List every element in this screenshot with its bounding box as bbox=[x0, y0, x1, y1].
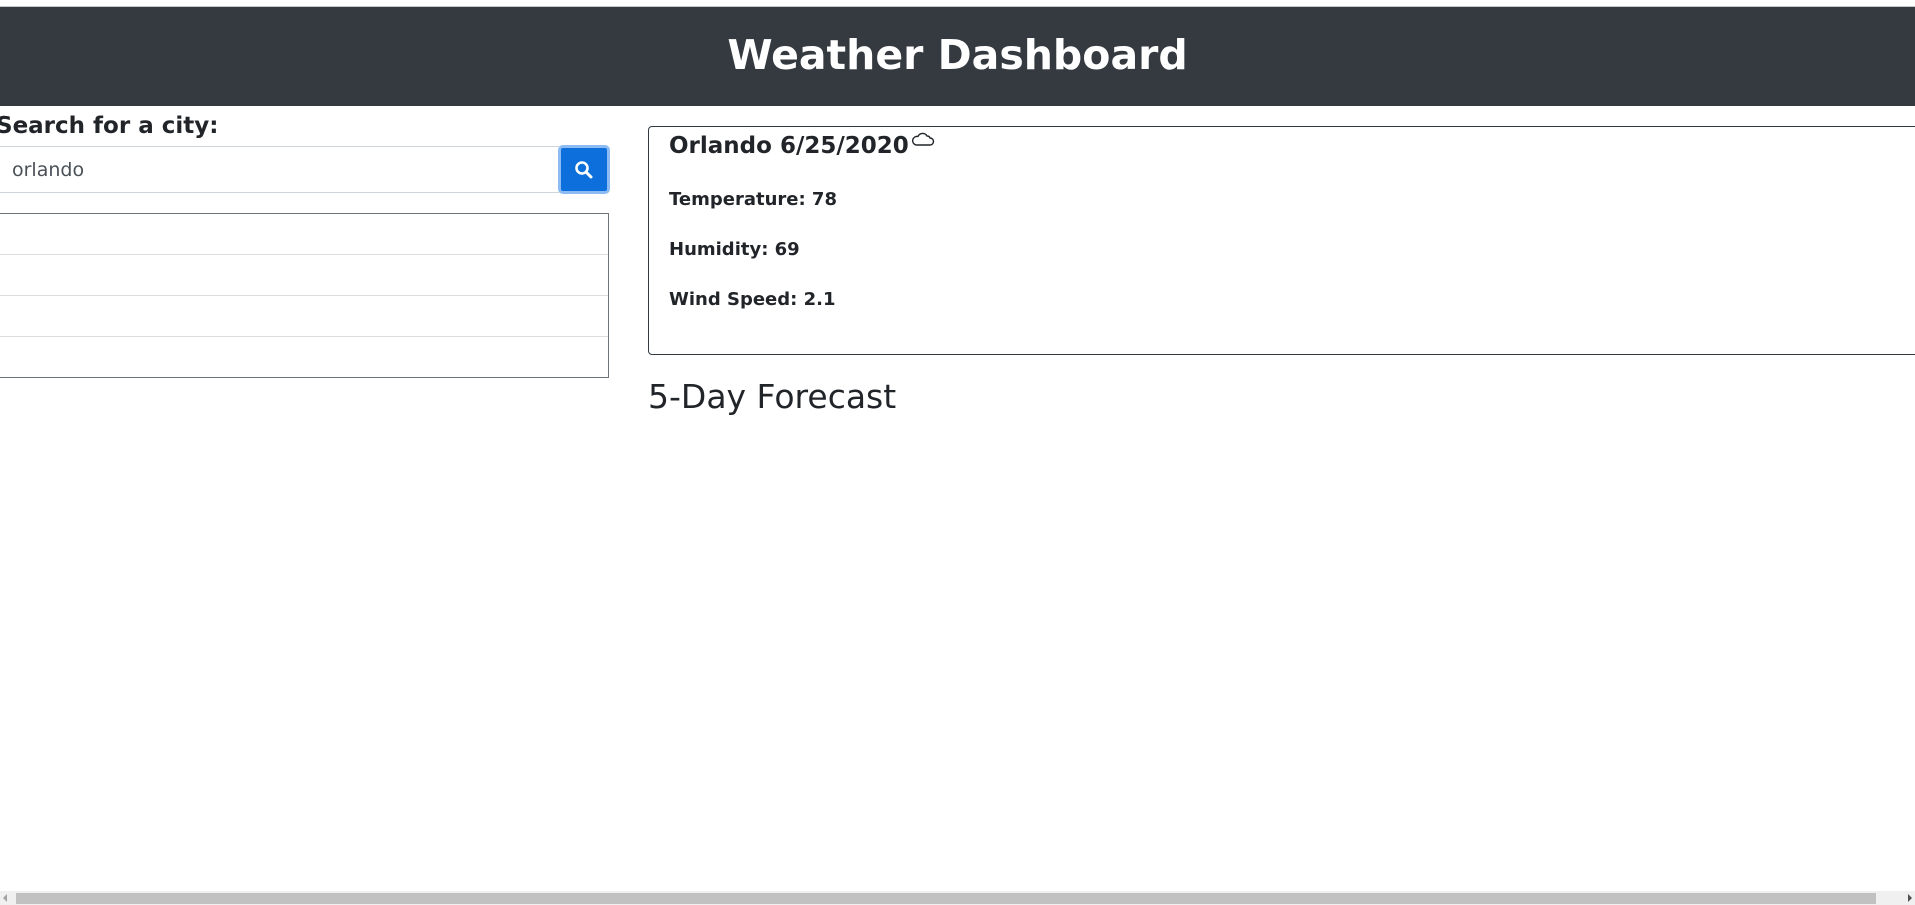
search-history-item[interactable] bbox=[0, 255, 608, 296]
horizontal-scrollbar[interactable] bbox=[0, 891, 1915, 905]
search-history-item[interactable] bbox=[0, 296, 608, 337]
current-weather-card: Orlando 6/25/2020 Temperature: 78 Humidi… bbox=[648, 126, 1915, 355]
forecast-heading: 5-Day Forecast bbox=[648, 377, 897, 416]
window-top-edge bbox=[0, 0, 1915, 7]
cloud-icon bbox=[911, 132, 934, 146]
humidity-value: Humidity: 69 bbox=[669, 239, 800, 260]
wind-speed-value: Wind Speed: 2.1 bbox=[669, 289, 836, 310]
page-title: Weather Dashboard bbox=[727, 30, 1188, 79]
search-label: Search for a city: bbox=[0, 113, 219, 139]
search-history-item[interactable] bbox=[0, 337, 608, 379]
temperature-value: Temperature: 78 bbox=[669, 189, 837, 210]
scroll-left-icon[interactable] bbox=[3, 894, 7, 902]
scroll-right-icon[interactable] bbox=[1908, 894, 1912, 902]
search-icon bbox=[575, 160, 593, 178]
city-search-input[interactable] bbox=[0, 146, 559, 193]
search-history-item[interactable] bbox=[0, 214, 608, 255]
current-weather-heading: Orlando 6/25/2020 bbox=[669, 132, 935, 159]
city-date-title: Orlando 6/25/2020 bbox=[669, 133, 909, 159]
search-history-list bbox=[0, 213, 609, 378]
search-button[interactable] bbox=[558, 145, 610, 194]
scrollbar-thumb[interactable] bbox=[16, 893, 1876, 904]
page-header: Weather Dashboard bbox=[0, 7, 1915, 106]
